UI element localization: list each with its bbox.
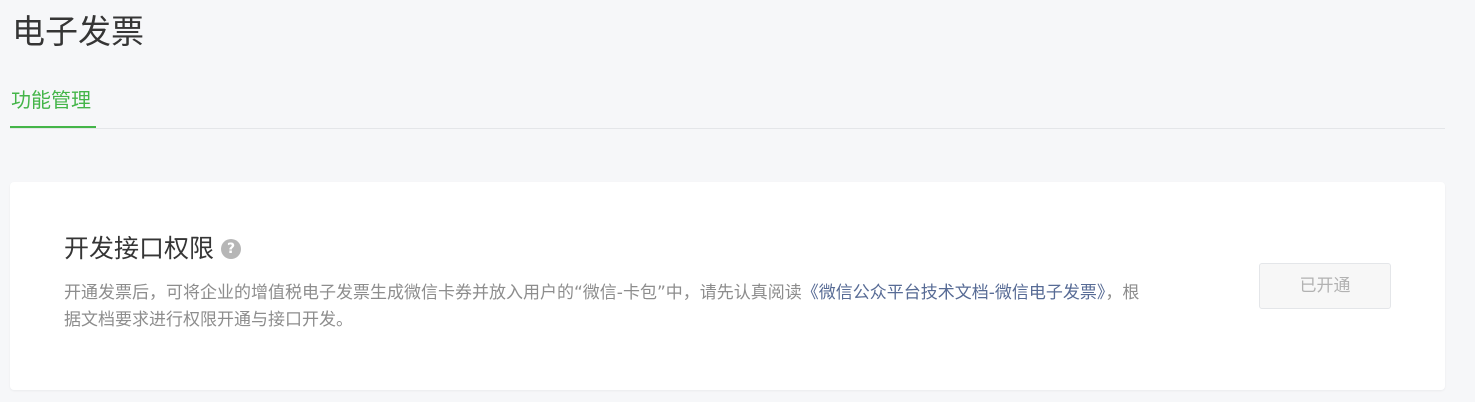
description-text: 开通发票后，可将企业的增值税电子发票生成微信卡券并放入用户的“微信-卡包”中，请…: [64, 283, 802, 303]
activated-button[interactable]: 已开通: [1259, 263, 1391, 309]
tab-bar: 功能管理: [10, 82, 1445, 129]
question-circle-icon[interactable]: ?: [221, 239, 242, 259]
card-description: 开通发票后，可将企业的增值税电子发票生成微信卡券并放入用户的“微信-卡包”中，请…: [64, 280, 1144, 334]
doc-link[interactable]: 《微信公众平台技术文档-微信电子发票》: [802, 283, 1106, 303]
tab-function-management[interactable]: 功能管理: [10, 82, 96, 128]
electronic-invoice-page: 电子发票 功能管理 开发接口权限 ? 开通发票后，可将企业的增值税电子发票生成微…: [0, 0, 1475, 402]
page-title: 电子发票: [12, 12, 144, 51]
card-title-row: 开发接口权限 ?: [64, 232, 242, 266]
card-title: 开发接口权限: [64, 234, 215, 263]
api-permission-card: 开发接口权限 ? 开通发票后，可将企业的增值税电子发票生成微信卡券并放入用户的“…: [10, 182, 1445, 390]
